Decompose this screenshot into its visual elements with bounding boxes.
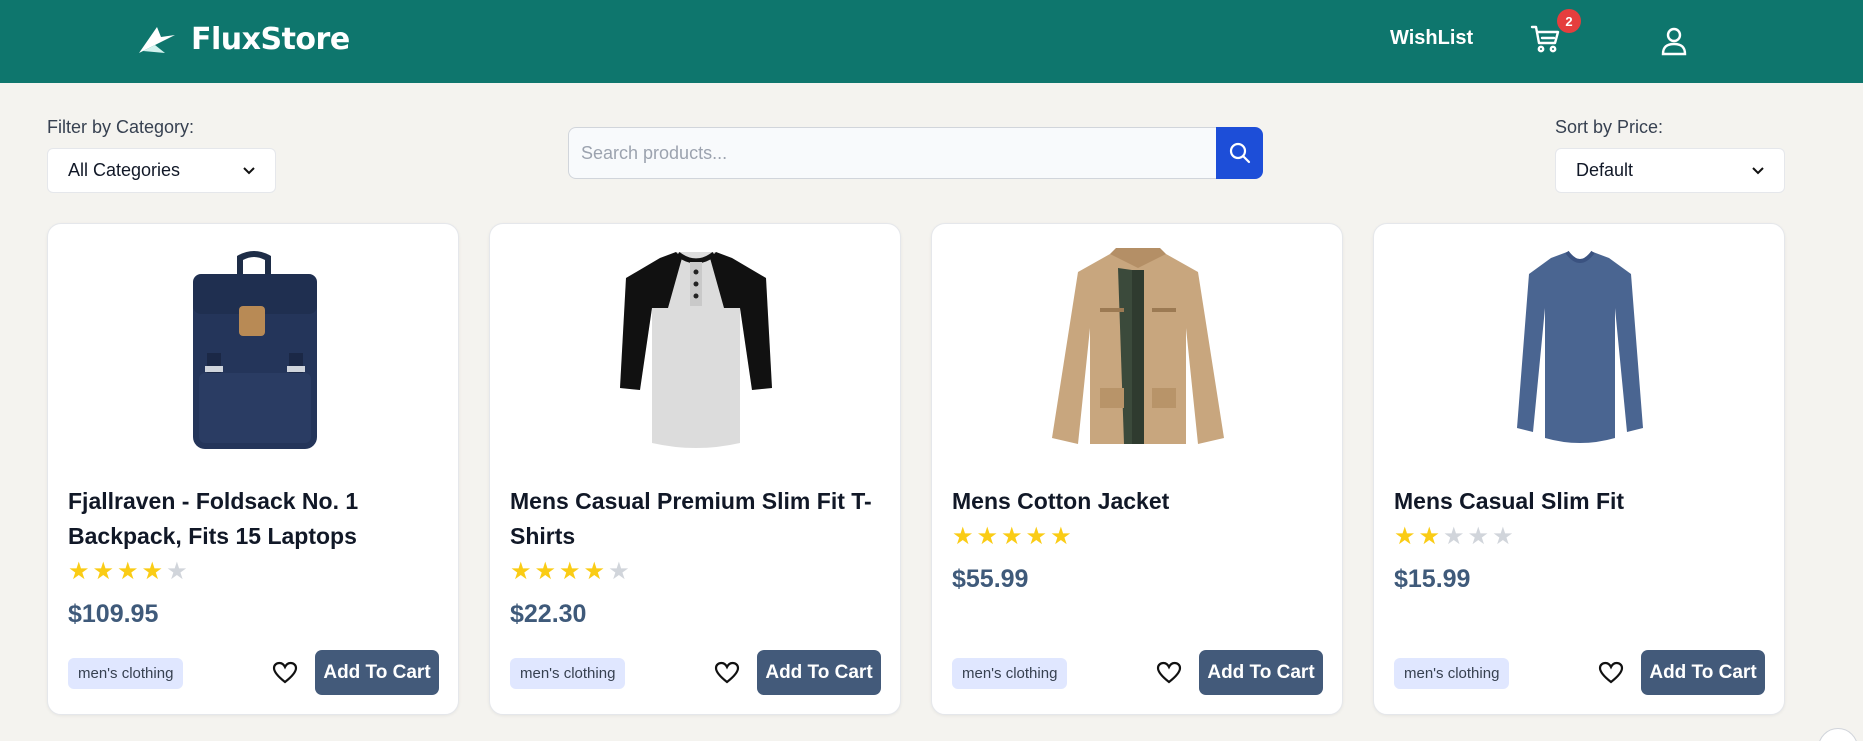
filter-label: Filter by Category: [47, 117, 195, 137]
star-icon: ★ [92, 558, 115, 585]
star-icon: ★ [141, 558, 164, 585]
category-select-value: All Categories [68, 160, 181, 180]
chevron-down-icon [243, 166, 255, 174]
star-icon: ★ [166, 558, 188, 585]
add-to-cart-button[interactable]: Add To Cart [1641, 650, 1765, 695]
sort-label: Sort by Price: [1555, 117, 1664, 137]
star-icon: ★ [608, 558, 630, 585]
rating-stars: ★ ★ ★ ★ ★ [952, 524, 1072, 550]
star-icon: ★ [1443, 523, 1465, 550]
product-price: $22.30 [510, 600, 587, 628]
product-price: $109.95 [68, 600, 159, 628]
star-icon: ★ [534, 558, 557, 585]
cart-icon[interactable] [1530, 24, 1562, 54]
product-card[interactable]: Mens Casual Premium Slim Fit T-Shirts ★ … [489, 223, 901, 715]
star-icon: ★ [1050, 523, 1072, 550]
star-icon: ★ [510, 558, 532, 585]
rating-stars: ★ ★ ★ ★ ★ [68, 559, 188, 585]
jacket-image [932, 240, 1344, 460]
star-icon: ★ [952, 523, 974, 550]
backpack-image [48, 240, 460, 460]
product-price: $55.99 [952, 565, 1029, 593]
heart-icon[interactable] [1598, 660, 1624, 686]
top-navbar: FluxStore WishList 2 [0, 0, 1863, 83]
longsleeve-image [1374, 240, 1786, 460]
star-icon: ★ [1492, 523, 1514, 550]
product-card[interactable]: Fjallraven - Foldsack No. 1 Backpack, Fi… [47, 223, 459, 715]
add-to-cart-button[interactable]: Add To Cart [757, 650, 881, 695]
brand-logo[interactable]: FluxStore [135, 22, 350, 57]
search-input[interactable] [568, 127, 1216, 179]
category-badge: men's clothing [1394, 658, 1510, 689]
search-button[interactable] [1216, 127, 1263, 179]
brand-name: FluxStore [191, 22, 350, 57]
star-icon: ★ [583, 558, 606, 585]
star-icon: ★ [1001, 523, 1023, 550]
user-icon[interactable] [1660, 26, 1688, 56]
wishlist-link[interactable]: WishList [1390, 27, 1473, 50]
star-icon: ★ [1025, 523, 1048, 550]
category-select[interactable]: All Categories [47, 148, 276, 193]
chevron-down-icon [1752, 166, 1764, 174]
heart-icon[interactable] [714, 660, 740, 686]
product-card[interactable]: Mens Cotton Jacket ★ ★ ★ ★ ★ $55.99 men'… [931, 223, 1343, 715]
star-icon: ★ [1467, 523, 1490, 550]
star-icon: ★ [68, 558, 90, 585]
product-title[interactable]: Mens Cotton Jacket [952, 484, 1322, 519]
sort-select[interactable]: Default [1555, 148, 1785, 193]
sort-select-value: Default [1576, 160, 1634, 180]
product-title[interactable]: Mens Casual Slim Fit [1394, 484, 1764, 519]
add-to-cart-button[interactable]: Add To Cart [315, 650, 439, 695]
heart-icon[interactable] [272, 660, 298, 686]
product-title[interactable]: Mens Casual Premium Slim Fit T-Shirts [510, 484, 880, 554]
product-title[interactable]: Fjallraven - Foldsack No. 1 Backpack, Fi… [68, 484, 438, 554]
star-icon: ★ [1394, 523, 1416, 550]
category-badge: men's clothing [952, 658, 1068, 689]
search-bar [568, 127, 1263, 179]
product-price: $15.99 [1394, 565, 1471, 593]
star-icon: ★ [117, 558, 139, 585]
scroll-to-top-button[interactable] [1818, 728, 1858, 741]
category-badge: men's clothing [68, 658, 184, 689]
heart-icon[interactable] [1156, 660, 1182, 686]
star-icon: ★ [1418, 523, 1441, 550]
cart-count-badge: 2 [1557, 9, 1581, 33]
rating-stars: ★ ★ ★ ★ ★ [510, 559, 630, 585]
search-icon [1229, 142, 1250, 164]
raglan-tshirt-image [490, 240, 902, 460]
category-badge: men's clothing [510, 658, 626, 689]
star-icon: ★ [559, 558, 581, 585]
product-card[interactable]: Mens Casual Slim Fit ★ ★ ★ ★ ★ $15.99 me… [1373, 223, 1785, 715]
rating-stars: ★ ★ ★ ★ ★ [1394, 524, 1514, 550]
logo-icon [139, 26, 175, 53]
star-icon: ★ [976, 523, 999, 550]
add-to-cart-button[interactable]: Add To Cart [1199, 650, 1323, 695]
